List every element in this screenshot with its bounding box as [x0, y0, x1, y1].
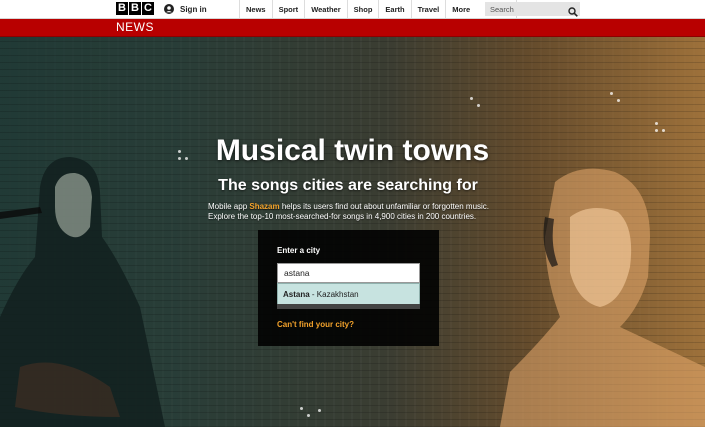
stage-light — [318, 409, 321, 412]
bbc-logo[interactable]: B B C — [116, 2, 154, 16]
intro-text: Mobile app Shazam helps its users find o… — [208, 202, 508, 222]
main-nav: News Sport Weather Shop Earth Travel Mor… — [239, 0, 518, 18]
stage-light — [662, 129, 665, 132]
logo-letter-3: C — [142, 2, 154, 15]
nav-travel[interactable]: Travel — [410, 0, 446, 18]
logo-letter-1: B — [116, 2, 128, 15]
stage-light — [655, 129, 658, 132]
page-headline: Musical twin towns — [215, 134, 490, 167]
suggestion-city: Astana — [283, 289, 310, 299]
cant-find-city-link[interactable]: Can't find your city? — [277, 320, 354, 329]
search-icon[interactable] — [568, 4, 578, 17]
signin-link[interactable]: Sign in — [164, 0, 207, 18]
nav-weather[interactable]: Weather — [304, 0, 346, 18]
global-header: B B C Sign in News Sport Weather Shop Ea… — [0, 0, 705, 19]
city-suggestion-item[interactable]: Astana - Kazakhstan — [278, 284, 419, 304]
shazam-link[interactable]: Shazam — [249, 202, 279, 211]
page-subheadline: The songs cities are searching for — [218, 177, 478, 194]
stage-light — [477, 104, 480, 107]
nav-earth[interactable]: Earth — [378, 0, 410, 18]
stage-light — [307, 414, 310, 417]
stage-light — [655, 122, 658, 125]
nav-news[interactable]: News — [239, 0, 272, 18]
stage-light — [470, 97, 473, 100]
stage-light — [300, 407, 303, 410]
city-input-label: Enter a city — [277, 246, 321, 255]
signin-label: Sign in — [180, 4, 207, 14]
news-bar: NEWS — [0, 19, 705, 37]
suggestion-list-footer — [277, 304, 420, 309]
intro-prefix: Mobile app — [208, 202, 250, 211]
city-suggestion-list: Astana - Kazakhstan — [277, 283, 420, 305]
search-input[interactable] — [485, 4, 568, 14]
nav-sport[interactable]: Sport — [271, 0, 305, 18]
user-icon — [164, 4, 174, 14]
hero-banner: Musical twin towns The songs cities are … — [0, 37, 705, 427]
city-finder-panel: Enter a city Astana - Kazakhstan Can't f… — [258, 230, 439, 346]
nav-more-label: More — [452, 4, 471, 14]
stage-light — [610, 92, 613, 95]
stage-light — [617, 99, 620, 102]
city-search-input[interactable] — [277, 263, 420, 283]
singer-right-image — [500, 168, 705, 427]
logo-letter-2: B — [129, 2, 141, 15]
suggestion-country: Kazakhstan — [316, 289, 359, 299]
suggestion-separator: - — [309, 289, 317, 299]
search-box — [485, 2, 580, 17]
nav-shop[interactable]: Shop — [346, 0, 379, 18]
news-brand-link[interactable]: NEWS — [116, 20, 154, 34]
